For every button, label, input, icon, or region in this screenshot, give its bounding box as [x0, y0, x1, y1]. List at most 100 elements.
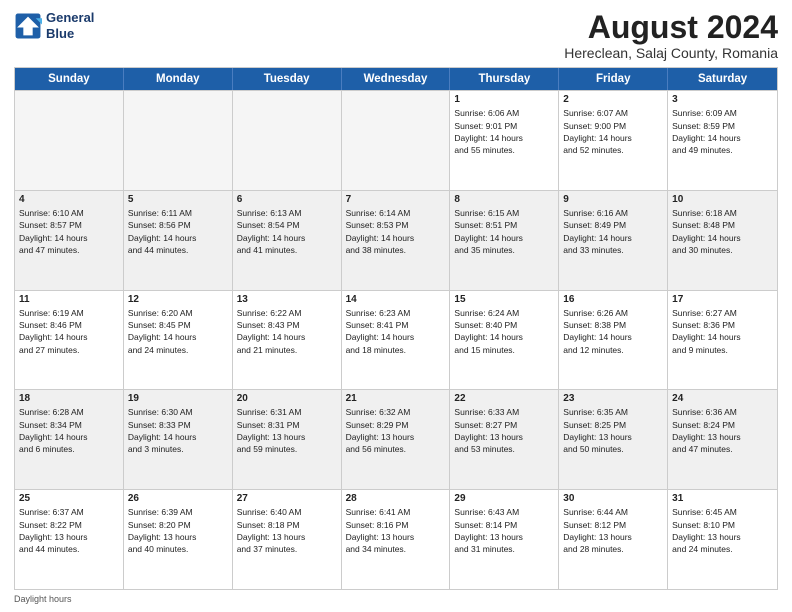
calendar-row-2: 11 Sunrise: 6:19 AM Sunset: 8:46 PM Dayli…	[15, 290, 777, 390]
day-number: 31	[672, 493, 773, 504]
logo: General Blue	[14, 10, 94, 41]
calendar-cell: 11 Sunrise: 6:19 AM Sunset: 8:46 PM Dayli…	[15, 291, 124, 390]
day-number: 11	[19, 294, 119, 305]
day-number: 18	[19, 393, 119, 404]
calendar-cell: 10 Sunrise: 6:18 AM Sunset: 8:48 PM Dayli…	[668, 191, 777, 290]
calendar-cell: 16Sunrise: 6:26 AM Sunset: 8:38 PM Dayli…	[559, 291, 668, 390]
calendar-cell: 14 Sunrise: 6:23 AM Sunset: 8:41 PM Dayli…	[342, 291, 451, 390]
calendar-body: 1 Sunrise: 6:06 AM Sunset: 9:01 PM Daylig…	[15, 90, 777, 589]
header-day-friday: Friday	[559, 68, 668, 90]
day-number: 17	[672, 294, 773, 305]
day-info: Sunrise: 6:10 AM Sunset: 8:57 PM Dayligh…	[19, 207, 119, 256]
day-number: 28	[346, 493, 446, 504]
logo-icon	[14, 12, 42, 40]
calendar: SundayMondayTuesdayWednesdayThursdayFrid…	[14, 67, 778, 590]
calendar-cell: 3 Sunrise: 6:09 AM Sunset: 8:59 PM Daylig…	[668, 91, 777, 190]
day-number: 12	[128, 294, 228, 305]
logo-text: General Blue	[46, 10, 94, 41]
day-number: 21	[346, 393, 446, 404]
calendar-cell: 27 Sunrise: 6:40 AM Sunset: 8:18 PM Dayli…	[233, 490, 342, 589]
day-info: Sunrise: 6:11 AM Sunset: 8:56 PM Dayligh…	[128, 207, 228, 256]
calendar-cell: 2 Sunrise: 6:07 AM Sunset: 9:00 PM Daylig…	[559, 91, 668, 190]
day-info: Sunrise: 6:22 AM Sunset: 8:43 PM Dayligh…	[237, 307, 337, 356]
calendar-cell: 17 Sunrise: 6:27 AM Sunset: 8:36 PM Dayli…	[668, 291, 777, 390]
calendar-cell: 30Sunrise: 6:44 AM Sunset: 8:12 PM Dayli…	[559, 490, 668, 589]
calendar-cell: 15 Sunrise: 6:24 AM Sunset: 8:40 PM Dayli…	[450, 291, 559, 390]
calendar-row-3: 18 Sunrise: 6:28 AM Sunset: 8:34 PM Dayli…	[15, 389, 777, 489]
month-title: August 2024	[564, 10, 778, 45]
calendar-cell: 18 Sunrise: 6:28 AM Sunset: 8:34 PM Dayli…	[15, 390, 124, 489]
calendar-cell	[342, 91, 451, 190]
day-number: 3	[672, 94, 773, 105]
calendar-cell: 23Sunrise: 6:35 AM Sunset: 8:25 PM Dayli…	[559, 390, 668, 489]
day-info: Sunrise: 6:15 AM Sunset: 8:51 PM Dayligh…	[454, 207, 554, 256]
day-number: 24	[672, 393, 773, 404]
calendar-cell: 19Sunrise: 6:30 AM Sunset: 8:33 PM Dayli…	[124, 390, 233, 489]
header-day-thursday: Thursday	[450, 68, 559, 90]
day-number: 9	[563, 194, 663, 205]
day-number: 16	[563, 294, 663, 305]
calendar-cell: 8Sunrise: 6:15 AM Sunset: 8:51 PM Daylig…	[450, 191, 559, 290]
day-number: 1	[454, 94, 554, 105]
calendar-row-1: 4Sunrise: 6:10 AM Sunset: 8:57 PM Daylig…	[15, 190, 777, 290]
day-info: Sunrise: 6:43 AM Sunset: 8:14 PM Dayligh…	[454, 506, 554, 555]
day-info: Sunrise: 6:32 AM Sunset: 8:29 PM Dayligh…	[346, 406, 446, 455]
calendar-cell: 1 Sunrise: 6:06 AM Sunset: 9:01 PM Daylig…	[450, 91, 559, 190]
day-info: Sunrise: 6:07 AM Sunset: 9:00 PM Dayligh…	[563, 107, 663, 156]
header-day-wednesday: Wednesday	[342, 68, 451, 90]
day-info: Sunrise: 6:23 AM Sunset: 8:41 PM Dayligh…	[346, 307, 446, 356]
header-day-monday: Monday	[124, 68, 233, 90]
calendar-cell: 5 Sunrise: 6:11 AM Sunset: 8:56 PM Daylig…	[124, 191, 233, 290]
calendar-cell: 26Sunrise: 6:39 AM Sunset: 8:20 PM Dayli…	[124, 490, 233, 589]
day-info: Sunrise: 6:14 AM Sunset: 8:53 PM Dayligh…	[346, 207, 446, 256]
day-number: 13	[237, 294, 337, 305]
day-number: 23	[563, 393, 663, 404]
calendar-cell: 9 Sunrise: 6:16 AM Sunset: 8:49 PM Daylig…	[559, 191, 668, 290]
location-subtitle: Hereclean, Salaj County, Romania	[564, 45, 778, 61]
calendar-cell: 24 Sunrise: 6:36 AM Sunset: 8:24 PM Dayli…	[668, 390, 777, 489]
calendar-cell: 6Sunrise: 6:13 AM Sunset: 8:54 PM Daylig…	[233, 191, 342, 290]
day-info: Sunrise: 6:13 AM Sunset: 8:54 PM Dayligh…	[237, 207, 337, 256]
calendar-cell: 13 Sunrise: 6:22 AM Sunset: 8:43 PM Dayli…	[233, 291, 342, 390]
day-info: Sunrise: 6:40 AM Sunset: 8:18 PM Dayligh…	[237, 506, 337, 555]
header-area: General Blue August 2024 Hereclean, Sala…	[14, 10, 778, 61]
day-info: Sunrise: 6:09 AM Sunset: 8:59 PM Dayligh…	[672, 107, 773, 156]
day-info: Sunrise: 6:06 AM Sunset: 9:01 PM Dayligh…	[454, 107, 554, 156]
calendar-cell: 28Sunrise: 6:41 AM Sunset: 8:16 PM Dayli…	[342, 490, 451, 589]
day-info: Sunrise: 6:28 AM Sunset: 8:34 PM Dayligh…	[19, 406, 119, 455]
day-number: 5	[128, 194, 228, 205]
day-number: 2	[563, 94, 663, 105]
day-info: Sunrise: 6:18 AM Sunset: 8:48 PM Dayligh…	[672, 207, 773, 256]
day-number: 30	[563, 493, 663, 504]
day-info: Sunrise: 6:33 AM Sunset: 8:27 PM Dayligh…	[454, 406, 554, 455]
day-info: Sunrise: 6:24 AM Sunset: 8:40 PM Dayligh…	[454, 307, 554, 356]
calendar-cell	[124, 91, 233, 190]
day-number: 14	[346, 294, 446, 305]
day-number: 22	[454, 393, 554, 404]
calendar-cell: 31Sunrise: 6:45 AM Sunset: 8:10 PM Dayli…	[668, 490, 777, 589]
day-info: Sunrise: 6:16 AM Sunset: 8:49 PM Dayligh…	[563, 207, 663, 256]
day-number: 25	[19, 493, 119, 504]
day-info: Sunrise: 6:19 AM Sunset: 8:46 PM Dayligh…	[19, 307, 119, 356]
day-info: Sunrise: 6:31 AM Sunset: 8:31 PM Dayligh…	[237, 406, 337, 455]
day-number: 19	[128, 393, 228, 404]
calendar-cell: 21 Sunrise: 6:32 AM Sunset: 8:29 PM Dayli…	[342, 390, 451, 489]
calendar-cell	[233, 91, 342, 190]
calendar-cell	[15, 91, 124, 190]
day-info: Sunrise: 6:27 AM Sunset: 8:36 PM Dayligh…	[672, 307, 773, 356]
day-info: Sunrise: 6:36 AM Sunset: 8:24 PM Dayligh…	[672, 406, 773, 455]
header-day-saturday: Saturday	[668, 68, 777, 90]
calendar-cell: 4Sunrise: 6:10 AM Sunset: 8:57 PM Daylig…	[15, 191, 124, 290]
day-number: 15	[454, 294, 554, 305]
day-info: Sunrise: 6:37 AM Sunset: 8:22 PM Dayligh…	[19, 506, 119, 555]
calendar-cell: 25 Sunrise: 6:37 AM Sunset: 8:22 PM Dayli…	[15, 490, 124, 589]
day-number: 29	[454, 493, 554, 504]
header-day-tuesday: Tuesday	[233, 68, 342, 90]
day-info: Sunrise: 6:20 AM Sunset: 8:45 PM Dayligh…	[128, 307, 228, 356]
calendar-cell: 7Sunrise: 6:14 AM Sunset: 8:53 PM Daylig…	[342, 191, 451, 290]
day-number: 10	[672, 194, 773, 205]
calendar-cell: 22 Sunrise: 6:33 AM Sunset: 8:27 PM Dayli…	[450, 390, 559, 489]
day-number: 20	[237, 393, 337, 404]
day-number: 27	[237, 493, 337, 504]
calendar-cell: 29 Sunrise: 6:43 AM Sunset: 8:14 PM Dayli…	[450, 490, 559, 589]
